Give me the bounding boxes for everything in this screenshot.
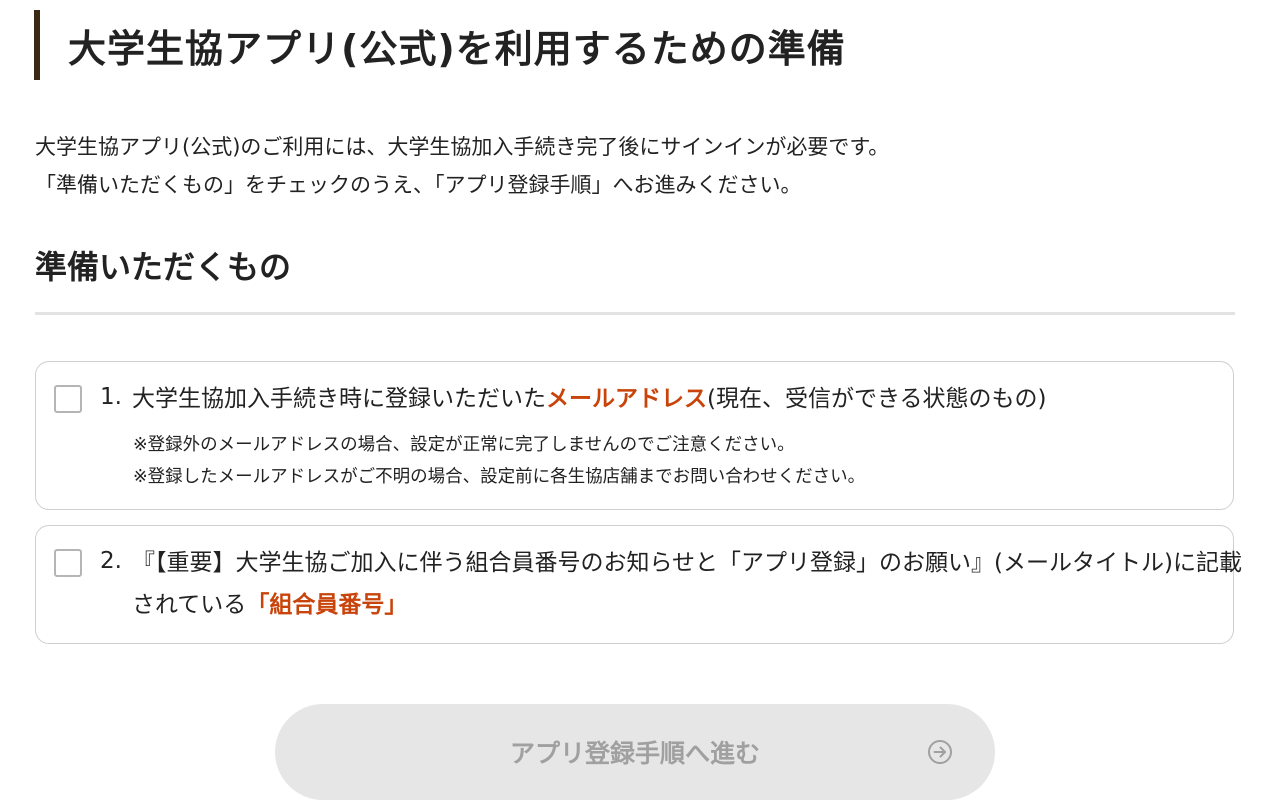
intro-line-2: 「準備いただくもの」をチェックのうえ、「アプリ登録手順」へお進みください。 [35,173,802,197]
item-number: 1. [100,384,122,410]
item-text-before: 大学生協加入手続き時に登録いただいた [132,386,546,412]
arrow-right-circle-icon [928,740,952,764]
member-number-checkbox[interactable] [54,549,82,577]
item-number: 2. [100,548,122,574]
section-title: 準備いただくもの [35,248,292,286]
note-unknown-email: ※登録したメールアドレスがご不明の場合、設定前に各生協店舗までお問い合わせくださ… [133,467,866,487]
item-text-after: (現在、受信ができる状態のもの) [707,386,1047,412]
page: 大学生協アプリ(公式)を利用するための準備 大学生協アプリ(公式)のご利用には、… [0,0,1275,808]
highlight-email: メールアドレス [546,386,707,412]
item-text: 大学生協加入手続き時に登録いただいたメールアドレス(現在、受信ができる状態のもの… [132,378,1047,420]
proceed-button-label: アプリ登録手順へ進む [509,740,760,768]
item-text-line-2: されている「組合員番号」 [132,584,1242,626]
proceed-to-registration-button[interactable]: アプリ登録手順へ進む [275,704,995,800]
intro-line-1: 大学生協アプリ(公式)のご利用には、大学生協加入手続き完了後にサインインが必要で… [35,135,890,159]
page-title: 大学生協アプリ(公式)を利用するための準備 [68,26,846,71]
email-checkbox[interactable] [54,385,82,413]
note-unregistered-email: ※登録外のメールアドレスの場合、設定が正常に完了しませんのでご注意ください。 [133,435,795,455]
checklist-item-email[interactable]: 1. 大学生協加入手続き時に登録いただいたメールアドレス(現在、受信ができる状態… [35,361,1234,510]
intro-text: 大学生協アプリ(公式)のご利用には、大学生協加入手続き完了後にサインインが必要で… [35,128,889,204]
page-header: 大学生協アプリ(公式)を利用するための準備 [34,10,846,80]
title-accent-bar [34,10,40,80]
highlight-member-number: 「組合員番号」 [246,592,408,618]
checklist-item-member-number[interactable]: 2. 『【重要】大学生協ご加入に伴う組合員番号のお知らせと「アプリ登録」のお願い… [35,525,1242,644]
item-text-line-2-before: されている [132,592,247,618]
item-text-line-1: 『【重要】大学生協ご加入に伴う組合員番号のお知らせと「アプリ登録」のお願い』(メ… [132,550,1242,576]
section-divider [35,312,1235,315]
item-text: 『【重要】大学生協ご加入に伴う組合員番号のお知らせと「アプリ登録」のお願い』(メ… [132,542,1242,626]
